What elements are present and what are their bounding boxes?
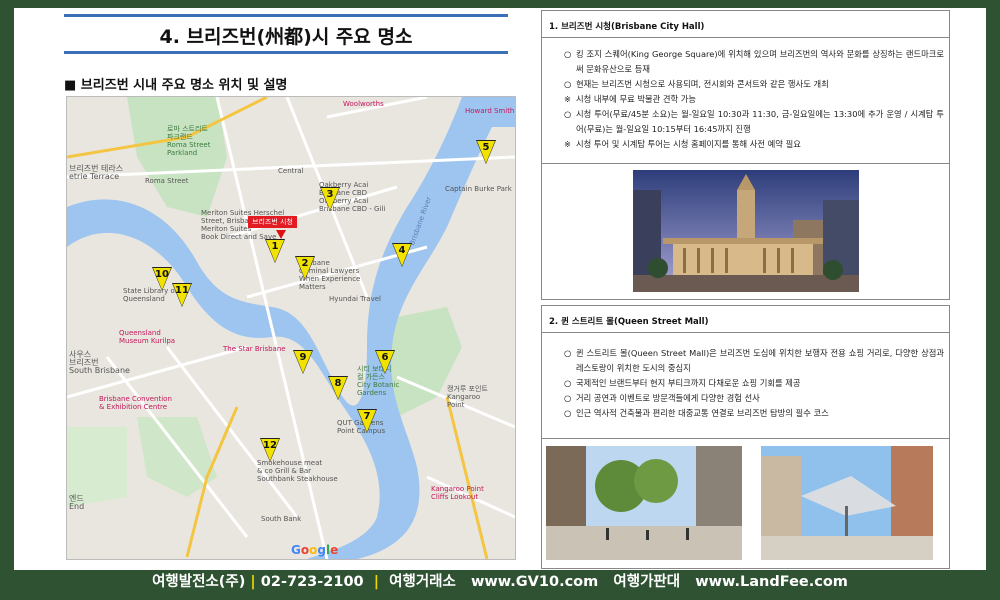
footer-company: 여행발전소(주) <box>152 574 246 590</box>
title-rule-top <box>64 14 508 17</box>
title-bar: 4. 브리즈번(州都)시 주요 명소 <box>64 14 508 54</box>
bullet-item: ○ 시청 투어(무료/45분 소요)는 월-일요일 10:30과 11:30, 금… <box>564 107 944 137</box>
city-hall-panel: 1. 브리즈번 시청(Brisbane City Hall) ○ 킹 조지 스퀘어… <box>541 10 950 300</box>
marker-6[interactable]: 6 <box>375 350 395 374</box>
bullet-text: 시청 내부에 무료 박물관 견학 가능 <box>576 94 697 104</box>
marker-9[interactable]: 9 <box>293 350 313 374</box>
divider <box>542 438 949 439</box>
bullet-mark: ○ <box>564 79 572 89</box>
bullet-text: 현재는 브리즈번 시청으로 사용되며, 전시회와 콘서트와 같은 행사도 개최 <box>576 79 829 89</box>
map-label-south-bank: South Bank <box>261 515 302 523</box>
map-label-central: Central <box>278 167 304 175</box>
bullet-mark: ○ <box>564 393 572 403</box>
brisbane-map[interactable]: Woolworths Howard Smith W 로마 스트리트 파크랜드 R… <box>66 96 516 560</box>
marker-12[interactable]: 12 <box>260 438 280 462</box>
bullet-item: ○ 국제적인 브랜드부터 현지 부티크까지 다채로운 쇼핑 기회를 제공 <box>564 376 944 391</box>
footer-separator: | <box>250 574 256 590</box>
title-rule-bottom <box>64 51 508 54</box>
city-hall-bullets: ○ 킹 조지 스퀘어(King George Square)에 위치해 있으며 브… <box>564 47 944 152</box>
queen-street-panel: 2. 퀸 스트리트 몰(Queen Street Mall) ○ 퀸 스트리트 몰… <box>541 305 950 569</box>
footer-phone[interactable]: 02-723-2100 <box>261 574 364 590</box>
map-label-convention-centre: Brisbane Convention & Exhibition Centre <box>99 395 172 411</box>
bullet-mark: ○ <box>564 348 572 358</box>
map-label-queensland-museum: Queensland Museum Kurilpa <box>119 329 176 345</box>
footer-separator: | <box>373 574 380 590</box>
marker-5[interactable]: 5 <box>476 140 496 164</box>
map-label-kangaroo-point: 캥거루 포인트 Kangaroo Point <box>447 385 488 409</box>
map-label-smokehouse: Smokehouse meat & co Grill & Bar Southba… <box>257 459 338 483</box>
map-label-roma-street-parkland: 로마 스트리트 파크랜드 Roma Street Parkland <box>167 125 211 157</box>
map-label-cliffs-lookout: Kangaroo Point Cliffs Lookout <box>431 485 484 501</box>
footer-site-gv10[interactable]: www.GV10.com <box>471 574 598 590</box>
bullet-text: 인근 역사적 건축물과 편리한 대중교통 연결로 브리즈번 탐방의 필수 코스 <box>576 408 829 418</box>
bullet-text: 거리 공연과 이벤트로 방문객들에게 다양한 경험 선사 <box>576 393 760 403</box>
park-roma-street <box>127 97 227 217</box>
queen-street-photo-1 <box>546 446 742 560</box>
marker-8[interactable]: 8 <box>328 376 348 400</box>
map-label-end: 엔드 End <box>69 494 85 511</box>
map-label-howard-smith: Howard Smith W <box>465 107 515 115</box>
bullet-item: ○ 현재는 브리즈번 시청으로 사용되며, 전시회와 콘서트와 같은 행사도 개최 <box>564 77 944 92</box>
divider <box>542 163 949 164</box>
queen-street-heading: 2. 퀸 스트리트 몰(Queen Street Mall) <box>549 317 709 327</box>
bullet-text: 킹 조지 스퀘어(King George Square)에 위치해 있으며 브리… <box>576 49 944 74</box>
map-label-star-brisbane: The Star Brisbane <box>223 345 286 353</box>
bullet-item: ○ 킹 조지 스퀘어(King George Square)에 위치해 있으며 브… <box>564 47 944 77</box>
bullet-mark: ○ <box>564 49 572 59</box>
map-label-roma-street: Roma Street <box>145 177 189 185</box>
marker-2[interactable]: 2 <box>295 256 315 280</box>
bullet-mark: ○ <box>564 109 572 119</box>
document-page: 4. 브리즈번(州都)시 주요 명소 ■ 브리즈번 시내 주요 명소 위치 및 … <box>14 8 986 570</box>
bullet-mark: ○ <box>564 378 572 388</box>
bullet-item: ○ 인근 역사적 건축물과 편리한 대중교통 연결로 브리즈번 탐방의 필수 코스 <box>564 406 944 421</box>
bullet-text: 시청 투어(무료/45분 소요)는 월-일요일 10:30과 11:30, 금-… <box>576 109 944 134</box>
divider <box>542 37 949 38</box>
bullet-item: ※ 시청 투어 및 시계탑 투어는 시청 홈페이지를 통해 사전 예약 필요 <box>564 137 944 152</box>
footer-brand: 여행거래소 <box>389 574 456 590</box>
page-title: 4. 브리즈번(州都)시 주요 명소 <box>159 26 413 48</box>
bullet-text: 국제적인 브랜드부터 현지 부티크까지 다채로운 쇼핑 기회를 제공 <box>576 378 801 388</box>
queen-street-photo-2 <box>761 446 933 560</box>
section-heading: ■ 브리즈번 시내 주요 명소 위치 및 설명 <box>64 78 288 93</box>
bullet-mark: ※ <box>564 94 571 104</box>
footer-bar: 여행발전소(주) | 02-723-2100 | 여행거래소 www.GV10.… <box>0 570 1000 600</box>
footer-site-landfee[interactable]: www.LandFee.com <box>695 574 848 590</box>
marker-7[interactable]: 7 <box>357 409 377 433</box>
bullet-mark: ○ <box>564 408 572 418</box>
marker-4[interactable]: 4 <box>392 243 412 267</box>
bullet-text: 퀸 스트리트 몰(Queen Street Mall)은 브리즈번 도심에 위치… <box>576 348 944 373</box>
bullet-item: ○ 퀸 스트리트 몰(Queen Street Mall)은 브리즈번 도심에 위… <box>564 346 944 376</box>
google-logo: Google <box>291 543 339 557</box>
city-hall-photo <box>633 170 859 292</box>
city-hall-callout[interactable]: 브리즈번 시청 <box>248 216 297 228</box>
marker-10[interactable]: 10 <box>152 267 172 291</box>
bullet-item: ○ 거리 공연과 이벤트로 방문객들에게 다양한 경험 선사 <box>564 391 944 406</box>
map-label-terrace: 브리즈번 테라스 etrie Terrace <box>69 164 124 181</box>
map-label-south-brisbane: 사우스 브리즈번 South Brisbane <box>69 350 130 375</box>
footer-brand2: 여행가판대 <box>613 574 681 590</box>
city-hall-heading: 1. 브리즈번 시청(Brisbane City Hall) <box>549 22 705 32</box>
city-hall-pin[interactable] <box>276 230 286 239</box>
marker-1[interactable]: 1 <box>265 239 285 263</box>
marker-11[interactable]: 11 <box>172 283 192 307</box>
map-label-hyundai-travel: Hyundai Travel <box>329 295 381 303</box>
marker-3[interactable]: 3 <box>320 187 340 211</box>
bullet-item: ※ 시청 내부에 무료 박물관 견학 가능 <box>564 92 944 107</box>
queen-street-bullets: ○ 퀸 스트리트 몰(Queen Street Mall)은 브리즈번 도심에 위… <box>564 346 944 421</box>
divider <box>542 332 949 333</box>
bullet-mark: ※ <box>564 139 571 149</box>
bullet-text: 시청 투어 및 시계탑 투어는 시청 홈페이지를 통해 사전 예약 필요 <box>576 139 801 149</box>
map-label-captain-burke: Captain Burke Park <box>445 185 512 193</box>
map-label-woolworths: Woolworths <box>343 100 384 108</box>
